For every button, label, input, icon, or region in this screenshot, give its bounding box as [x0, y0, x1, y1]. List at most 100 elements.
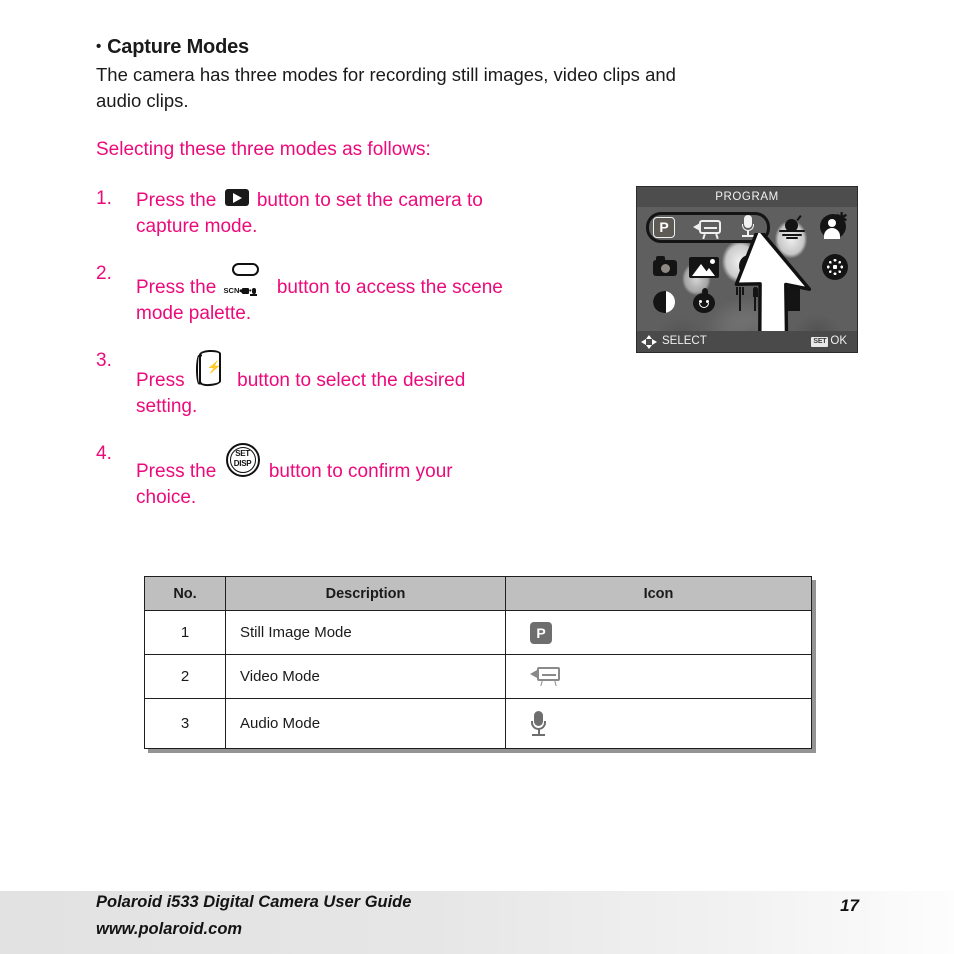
lcd-select-hint: SELECT [641, 331, 707, 352]
video-mode-icon [530, 667, 560, 687]
table-body: 1 Still Image Mode P 2 Video Mode 3 Audi… [144, 610, 812, 749]
step-3-text-before: Press [136, 370, 185, 391]
building-tall [787, 287, 800, 311]
flash-rocker-button-icon: ⚡ [196, 349, 226, 387]
night-portrait-mode-icon[interactable]: ✱ [820, 210, 848, 239]
tbl-videocam-body [537, 667, 560, 681]
footer-guide-title: Polaroid i533 Digital Camera User Guide [96, 893, 412, 911]
column-header-no: No. [144, 576, 226, 611]
lcd-title-bar: PROGRAM [637, 187, 857, 207]
night-portrait-glyph: ✱ [820, 210, 848, 239]
lcd-mode-palette: P ✱ [637, 207, 857, 331]
audio-mode-icon [530, 710, 546, 737]
step-1: 1. Press the button to set the camera to… [96, 188, 574, 240]
fork-glyph [736, 287, 744, 311]
set-key-icon: SET [811, 336, 829, 347]
landscape-sun [710, 259, 715, 264]
step-3-number: 3. [96, 350, 112, 371]
page-number: 17 [840, 896, 859, 915]
step-2-number: 2. [96, 263, 112, 284]
set-button-label: SET DISP [226, 449, 260, 468]
landscape-mode-icon[interactable] [689, 257, 719, 278]
step-3-line-1: Press ⚡ button to select the desired [136, 349, 574, 394]
p-badge-label: P [653, 217, 675, 238]
still-image-mode-icon: P [530, 621, 552, 644]
row-3-icon-cell [505, 698, 812, 749]
night-moon-glyph [653, 291, 675, 313]
videocam-leg-right [715, 233, 719, 240]
building-short [777, 295, 787, 311]
food-mode-icon[interactable] [736, 287, 758, 311]
row-3-description: Audio Mode [225, 698, 506, 749]
sunset-ray [796, 215, 802, 221]
video-mode-icon[interactable] [693, 220, 721, 240]
row-2-icon-cell [505, 654, 812, 699]
kids-mode-icon[interactable] [693, 288, 715, 313]
steps-list: 1. Press the button to set the camera to… [96, 188, 574, 534]
intro-line-2: audio clips. [96, 90, 189, 111]
tbl-videocam-leg-left [540, 680, 544, 687]
fireworks-glyph [822, 254, 848, 280]
landscape-mountain-2 [703, 268, 715, 276]
sports-mode-icon[interactable] [739, 255, 759, 277]
lcd-footer-bar: SELECT SET OK [637, 331, 857, 352]
step-2-line-2: mode palette. [136, 303, 252, 324]
food-utensils-glyph [736, 287, 758, 311]
heading-text: Capture Modes [107, 36, 249, 58]
row-1-no: 1 [144, 610, 226, 655]
scene-button-oval [231, 263, 259, 276]
step-4-text-after: button to confirm your [268, 461, 453, 482]
step-3-text-after: button to select the desired [237, 370, 466, 391]
camera-lcd-screenshot: PROGRAM P ✱ SELECT SET OK [636, 186, 858, 353]
column-header-description: Description [225, 576, 506, 611]
sports-figure [745, 257, 753, 270]
ok-label: OK [830, 335, 847, 347]
video-camera-glyph [693, 220, 721, 240]
camera-mode-icon[interactable] [653, 256, 677, 276]
step-1-text-after: button to set the camera to [256, 190, 483, 211]
step-3: 3. Press ⚡ button to select the desired … [96, 349, 574, 420]
set-text: SET [235, 449, 250, 458]
videocam-body [699, 220, 721, 234]
still-image-mode-icon[interactable]: P [653, 217, 675, 238]
tbl-videocam-leg-right [554, 680, 558, 687]
row-1-icon-cell: P [505, 610, 812, 655]
tbl-mic-base [532, 733, 545, 736]
select-label: SELECT [662, 335, 707, 347]
audio-mode-icon[interactable] [741, 215, 755, 237]
lcd-ok-hint: SET OK [811, 331, 847, 352]
camera-lens [661, 264, 670, 273]
mic-glyph [250, 288, 258, 296]
step-4-number: 4. [96, 443, 112, 464]
step-2: 2. Press the SCN•• button to access the … [96, 263, 574, 327]
tbl-videocam-lens [530, 670, 537, 678]
sunset-mode-icon[interactable] [779, 215, 805, 239]
fireworks-mode-icon[interactable] [822, 254, 848, 280]
night-mode-icon[interactable] [653, 291, 675, 313]
sunset-line-3 [786, 237, 798, 239]
step-1-line-1: Press the button to set the camera to [136, 188, 574, 214]
building-mode-icon[interactable] [777, 287, 801, 311]
portrait-star-icon: ✱ [835, 210, 848, 227]
step-1-line-2: capture mode. [136, 216, 258, 237]
portrait-shoulders [824, 228, 840, 239]
capture-modes-table: No. Description Icon 1 Still Image Mode … [144, 576, 812, 749]
footer-website[interactable]: www.polaroid.com [96, 916, 411, 943]
intro-paragraph: The camera has three modes for recording… [96, 62, 860, 114]
row-1-description: Still Image Mode [225, 610, 506, 655]
mic-base [742, 234, 754, 237]
step-2-text-after: button to access the scene [276, 277, 503, 298]
step-1-number: 1. [96, 188, 112, 209]
building-glyph [777, 287, 801, 311]
row-2-description: Video Mode [225, 654, 506, 699]
selecting-instruction: Selecting these three modes as follows: [96, 139, 431, 160]
fireworks-sparks [826, 258, 844, 276]
capture-modes-table-wrapper: No. Description Icon 1 Still Image Mode … [144, 576, 812, 749]
bullet-icon: • [96, 38, 102, 55]
step-4-line-1: Press the SET DISP button to confirm your [136, 443, 574, 485]
moon-shadow [653, 291, 666, 313]
column-header-icon: Icon [505, 576, 812, 611]
playback-button-icon [224, 189, 249, 206]
videocam-leg-left [702, 233, 706, 240]
landscape-glyph [689, 257, 719, 278]
